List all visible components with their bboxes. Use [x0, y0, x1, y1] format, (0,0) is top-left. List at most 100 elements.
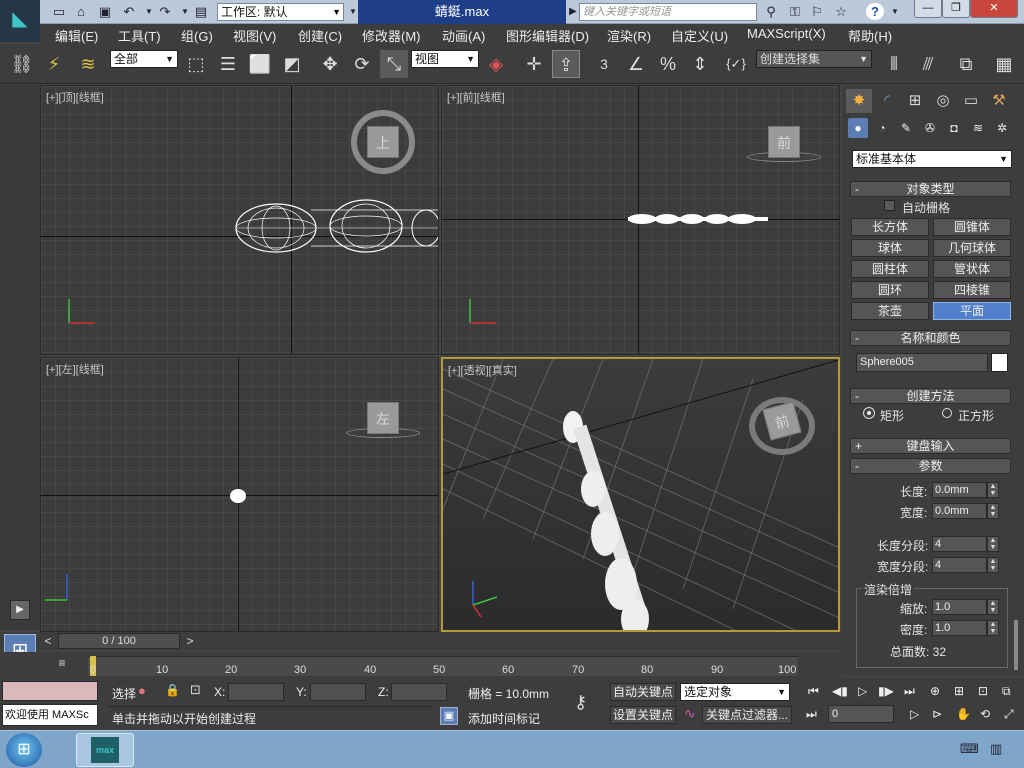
- menu-customize[interactable]: 自定义(U): [671, 26, 728, 45]
- key-mode-toggle-icon[interactable]: ⏭: [806, 707, 817, 722]
- maxscript-listener-pink[interactable]: [2, 681, 98, 701]
- snap-toggle-icon[interactable]: 3: [590, 50, 618, 78]
- y-coord-input[interactable]: [310, 683, 366, 701]
- redo-icon[interactable]: ↷: [156, 3, 174, 20]
- teapot-button[interactable]: 茶壶: [851, 302, 929, 320]
- edit-named-selection-icon[interactable]: {✓}: [722, 50, 750, 78]
- plane-button[interactable]: 平面: [933, 302, 1011, 320]
- render-setup-icon[interactable]: ▦: [990, 50, 1018, 78]
- viewport-left[interactable]: [+][左][线框] 左: [40, 357, 439, 632]
- zoom-extents-all-icon[interactable]: ⧉: [1002, 684, 1011, 699]
- autogrid-checkbox[interactable]: [884, 200, 895, 211]
- cone-button[interactable]: 圆锥体: [933, 218, 1011, 236]
- viewport-label[interactable]: [+][透视][真实]: [448, 362, 517, 378]
- time-next-icon[interactable]: >: [182, 633, 198, 649]
- viewcube[interactable]: 前: [768, 126, 800, 158]
- binoculars-icon[interactable]: ⚲: [762, 3, 780, 20]
- menu-help[interactable]: 帮助(H): [848, 26, 892, 45]
- width-segs-input[interactable]: 4: [932, 557, 987, 573]
- goto-start-icon[interactable]: ⏮: [808, 684, 819, 699]
- selection-filter-select[interactable]: 全部 ▼: [110, 50, 178, 68]
- helpers-icon[interactable]: ◘: [944, 118, 964, 138]
- scale-spinner-icon[interactable]: ▲ ▼: [987, 599, 999, 615]
- bind-spacewarp-icon[interactable]: ≋: [74, 50, 102, 78]
- panel-scrollbar[interactable]: [1014, 620, 1018, 670]
- favorites-star-icon[interactable]: ☆: [832, 3, 850, 20]
- width-segs-spinner-icon[interactable]: ▲ ▼: [987, 557, 999, 573]
- lights-icon[interactable]: ✎: [896, 118, 916, 138]
- lock-selection-icon[interactable]: 🔒: [165, 683, 180, 697]
- box-button[interactable]: 长方体: [851, 218, 929, 236]
- save-icon[interactable]: ▣: [96, 3, 114, 20]
- viewport-label[interactable]: [+][顶][线框]: [46, 89, 104, 105]
- length-segs-spinner-icon[interactable]: ▲ ▼: [987, 536, 999, 552]
- modify-tab-icon[interactable]: ◜: [874, 89, 900, 113]
- select-manipulate-icon[interactable]: ✛: [520, 50, 548, 78]
- menu-animation[interactable]: 动画(A): [442, 26, 485, 45]
- length-input[interactable]: 0.0mm: [932, 482, 987, 498]
- creation-method-rollout[interactable]: - 创建方法: [850, 388, 1011, 404]
- name-color-rollout[interactable]: - 名称和颜色: [850, 330, 1011, 346]
- maximize-viewport-icon[interactable]: ⤢: [1004, 707, 1014, 722]
- absolute-mode-icon[interactable]: ⊡: [190, 682, 201, 698]
- motion-tab-icon[interactable]: ◎: [930, 89, 956, 113]
- key-mode-select[interactable]: 选定对象 ▼: [680, 683, 790, 701]
- scale-input[interactable]: 1.0: [932, 599, 987, 615]
- geometry-icon[interactable]: ●: [848, 118, 868, 138]
- undo-icon[interactable]: ↶: [120, 3, 138, 20]
- rect-selection-icon[interactable]: ⬜: [246, 50, 274, 78]
- help-icon[interactable]: ?: [866, 3, 884, 20]
- select-object-icon[interactable]: ⬚: [182, 50, 210, 78]
- pyramid-button[interactable]: 四棱锥: [933, 281, 1011, 299]
- help-dropdown-icon[interactable]: ▼: [886, 3, 904, 20]
- hierarchy-tab-icon[interactable]: ⊞: [902, 89, 928, 113]
- arc-rotate-icon[interactable]: ⟲: [980, 707, 990, 721]
- play-expand-icon[interactable]: ▶: [10, 600, 30, 620]
- track-bar[interactable]: ≡ 0 10 20 30 40 50 60 70 80 90 100: [0, 652, 842, 678]
- keyboard-entry-rollout[interactable]: + 键盘输入: [850, 438, 1011, 454]
- select-by-name-icon[interactable]: ☰: [214, 50, 242, 78]
- spacewarps-icon[interactable]: ≋: [968, 118, 988, 138]
- key-icon[interactable]: ⚿: [786, 3, 804, 20]
- move-icon[interactable]: ✥: [316, 50, 344, 78]
- object-color-swatch[interactable]: [991, 353, 1008, 372]
- menu-modifiers[interactable]: 修改器(M): [362, 26, 421, 45]
- category-select[interactable]: 标准基本体 ▼: [852, 150, 1012, 168]
- pan-hand-icon[interactable]: ✋: [956, 707, 971, 721]
- menu-graph-editors[interactable]: 图形编辑器(D): [506, 26, 589, 45]
- pivot-center-icon[interactable]: ◈: [482, 50, 510, 78]
- viewport-perspective[interactable]: [+][透视][真实] 前: [441, 357, 840, 632]
- torus-button[interactable]: 圆环: [851, 281, 929, 299]
- radio-rectangle[interactable]: [864, 408, 874, 418]
- cameras-icon[interactable]: ✇: [920, 118, 940, 138]
- mirror-icon[interactable]: ⫴: [880, 50, 908, 78]
- auto-key-button[interactable]: 自动关键点: [610, 683, 676, 701]
- keyboard-icon[interactable]: ⌨: [960, 741, 979, 757]
- play-icon[interactable]: ▷: [858, 684, 867, 698]
- unlink-icon[interactable]: ⚡: [40, 50, 68, 78]
- geosphere-button[interactable]: 几何球体: [933, 239, 1011, 257]
- add-time-tag[interactable]: 添加时间标记: [468, 710, 540, 727]
- percent-snap-icon[interactable]: %: [654, 50, 682, 78]
- sphere-button[interactable]: 球体: [851, 239, 929, 257]
- link-icon[interactable]: ⛓: [8, 50, 36, 78]
- utilities-tab-icon[interactable]: ⚒: [986, 89, 1012, 113]
- close-button[interactable]: ✕: [970, 0, 1018, 18]
- new-file-icon[interactable]: ▭: [50, 3, 68, 20]
- width-input[interactable]: 0.0mm: [932, 503, 987, 519]
- rotate-icon[interactable]: ⟳: [348, 50, 376, 78]
- layer-manager-icon[interactable]: ⧉: [952, 50, 980, 78]
- time-prev-icon[interactable]: <: [40, 633, 56, 649]
- project-folder-icon[interactable]: ▤: [192, 3, 210, 20]
- viewcube[interactable]: 左: [367, 402, 399, 434]
- set-key-button[interactable]: 设置关键点: [610, 706, 676, 724]
- maxscript-listener[interactable]: 欢迎使用 MAXSc: [2, 704, 98, 726]
- next-frame-icon[interactable]: ▮▶: [878, 684, 894, 698]
- length-spinner-icon[interactable]: ▲ ▼: [987, 482, 999, 498]
- viewport-label[interactable]: [+][前][线框]: [447, 89, 505, 105]
- curve-editor-icon[interactable]: ≡: [52, 654, 72, 672]
- zoom-extents-icon[interactable]: ⊡: [978, 684, 988, 698]
- tube-button[interactable]: 管状体: [933, 260, 1011, 278]
- width-spinner-icon[interactable]: ▲ ▼: [987, 503, 999, 519]
- open-file-icon[interactable]: ⌂: [72, 3, 90, 20]
